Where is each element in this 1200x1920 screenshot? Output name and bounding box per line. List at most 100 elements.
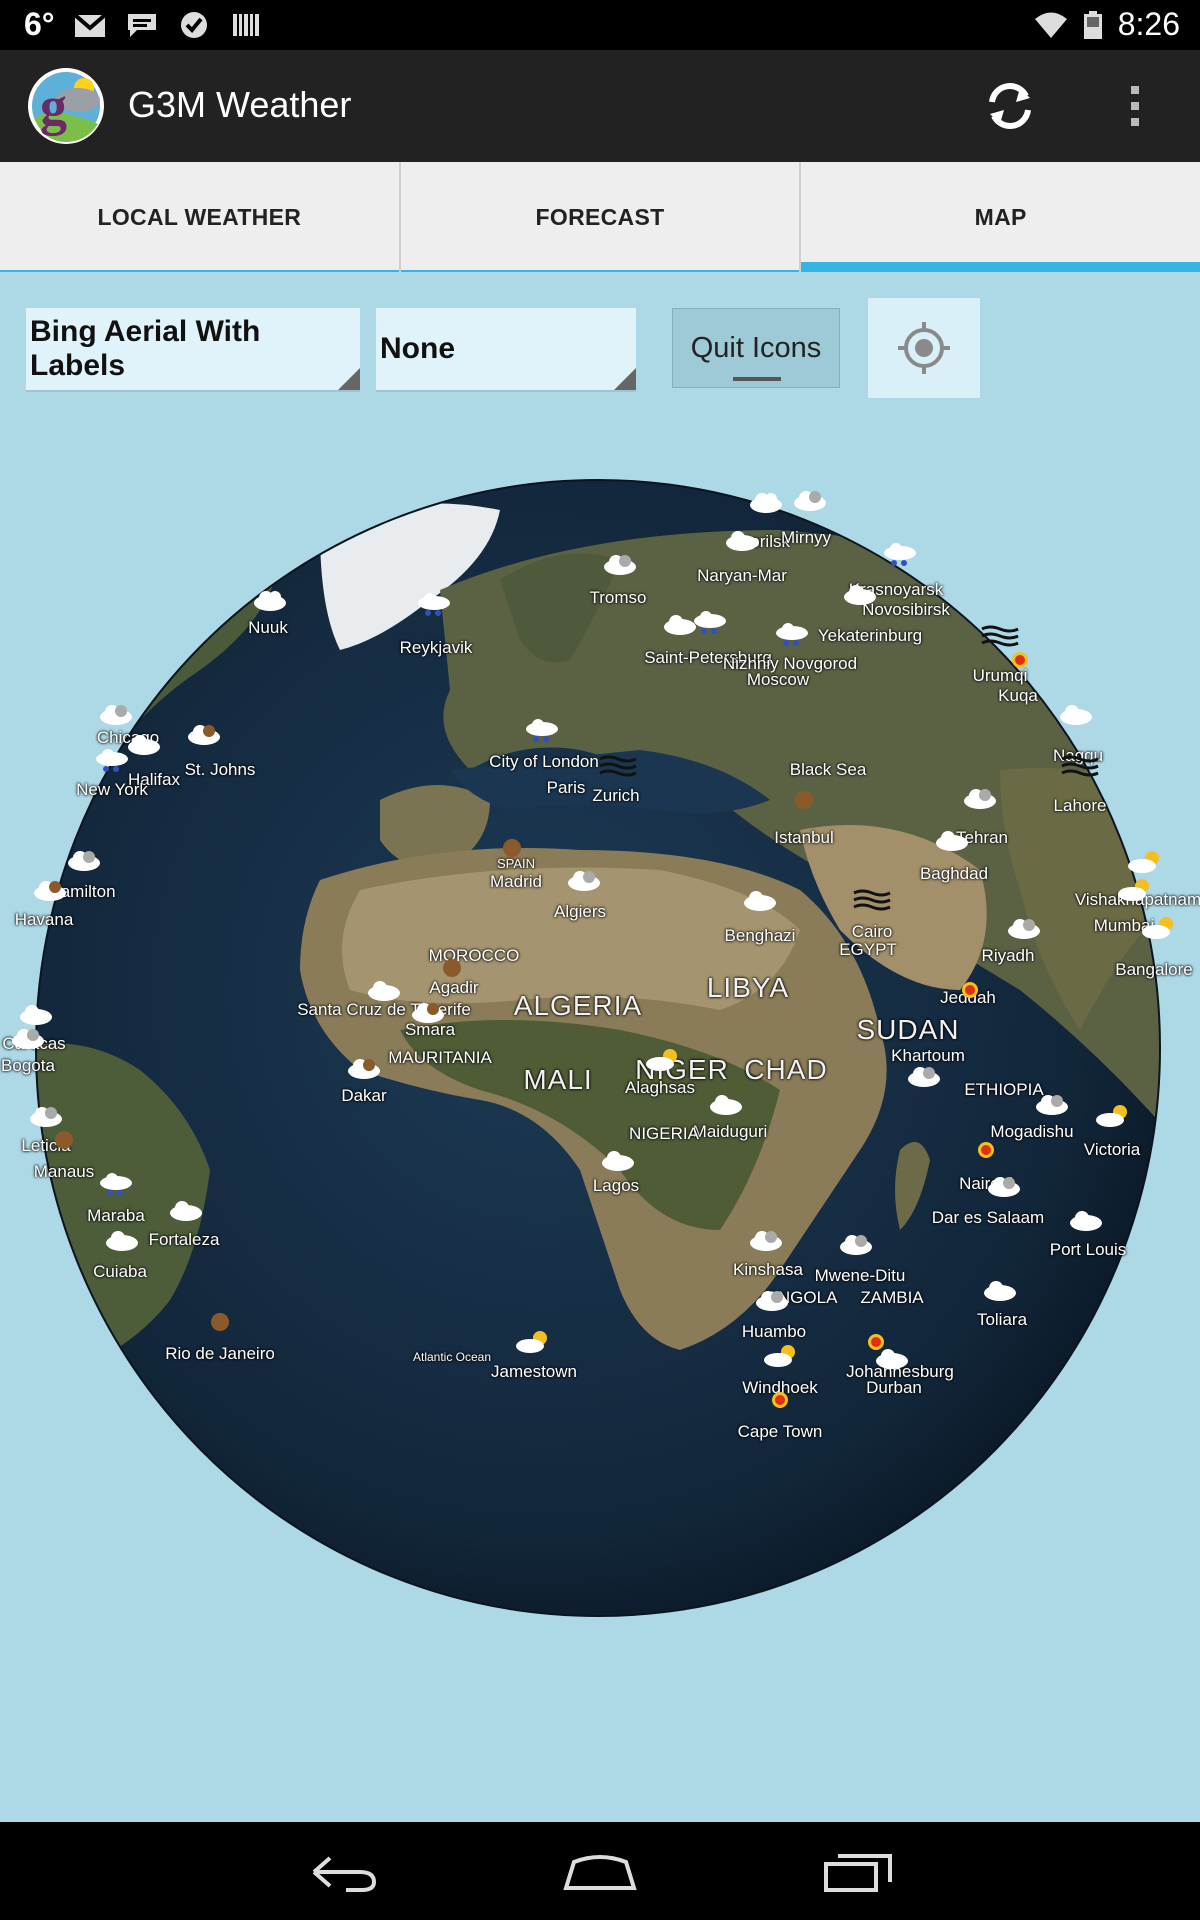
sun-icon[interactable] <box>1000 647 1040 673</box>
cloud-icon[interactable] <box>722 527 762 553</box>
cloud-icon[interactable] <box>932 827 972 853</box>
battery-icon <box>1083 10 1102 39</box>
map-label: City of London <box>489 752 599 771</box>
home-icon[interactable] <box>550 1842 650 1902</box>
layer-select[interactable]: Bing Aerial With Labels <box>26 308 360 392</box>
app-title: G3M Weather <box>128 84 352 125</box>
cloud-icon[interactable] <box>8 1025 48 1051</box>
rain-cloud-icon[interactable] <box>414 591 454 617</box>
cloud-icon[interactable] <box>26 1103 66 1129</box>
map-label: Victoria <box>1083 1140 1141 1159</box>
cloud-icon[interactable] <box>980 1277 1020 1303</box>
cloud-icon[interactable] <box>96 701 136 727</box>
rain-cloud-icon[interactable] <box>92 747 132 773</box>
rain-cloud-icon[interactable] <box>522 717 562 743</box>
map-label: Yekaterinburg <box>817 626 923 645</box>
sun-cloud-icon[interactable] <box>1140 915 1180 941</box>
cloud-icon[interactable] <box>904 1063 944 1089</box>
cloud-icon[interactable] <box>64 847 104 873</box>
map-label: Huambo <box>741 1322 807 1341</box>
tab-forecast[interactable]: FORECAST <box>398 162 800 272</box>
cloud-icon[interactable] <box>166 1197 206 1223</box>
cloud-icon[interactable] <box>600 551 640 577</box>
fog-icon[interactable] <box>852 887 892 913</box>
dust-icon[interactable] <box>784 787 824 813</box>
dust-icon[interactable] <box>44 1127 84 1153</box>
map-label: Lagos <box>592 1176 640 1195</box>
overlay-select[interactable]: None <box>376 308 636 392</box>
map-label: LIBYA <box>706 972 790 1003</box>
sun-icon[interactable] <box>950 977 990 1003</box>
cloud-icon[interactable] <box>706 1091 746 1117</box>
g3m-logo-icon[interactable]: g <box>26 66 106 146</box>
cloud-icon[interactable] <box>102 1227 142 1253</box>
sun-cloud-icon[interactable] <box>644 1047 684 1073</box>
back-icon[interactable] <box>294 1842 394 1902</box>
cloud-icon[interactable] <box>740 887 780 913</box>
cloud-icon[interactable] <box>1032 1091 1072 1117</box>
tab-map[interactable]: MAP <box>799 162 1200 272</box>
map-label: Madrid <box>490 872 542 891</box>
overflow-menu-icon[interactable] <box>1110 76 1160 136</box>
map-label: Mirnyy <box>780 528 832 547</box>
sun-cloud-icon[interactable] <box>1116 877 1156 903</box>
cloud-icon[interactable] <box>250 587 290 613</box>
sun-cloud-icon[interactable] <box>1094 1103 1134 1129</box>
tab-local-weather[interactable]: LOCAL WEATHER <box>0 162 399 272</box>
cloud-icon[interactable] <box>364 977 404 1003</box>
cloud-icon[interactable] <box>752 1287 792 1313</box>
cloud-icon[interactable] <box>1004 915 1044 941</box>
map-label: Mwene-Ditu <box>814 1266 906 1285</box>
map-label: Naryan-Mar <box>697 566 787 585</box>
sun-cloud-icon[interactable] <box>514 1329 554 1355</box>
map-label: Maraba <box>87 1206 145 1225</box>
sun-cloud-icon[interactable] <box>1126 849 1166 875</box>
cloud-icon[interactable] <box>836 1231 876 1257</box>
toggle-indicator <box>733 377 781 381</box>
cloud-icon[interactable] <box>30 877 70 903</box>
rain-cloud-icon[interactable] <box>96 1171 136 1197</box>
rain-cloud-icon[interactable] <box>772 621 812 647</box>
map-label: Durban <box>866 1378 922 1397</box>
svg-text:g: g <box>40 76 67 136</box>
cloud-icon[interactable] <box>1056 701 1096 727</box>
map-label: Kinshasa <box>733 1260 803 1279</box>
map-label: Benghazi <box>724 926 796 945</box>
action-bar: g G3M Weather <box>0 50 1200 162</box>
cloud-icon[interactable] <box>344 1055 384 1081</box>
dust-icon[interactable] <box>492 835 532 861</box>
fog-icon[interactable] <box>1060 753 1100 779</box>
cloud-icon[interactable] <box>408 999 448 1025</box>
dust-icon[interactable] <box>432 955 472 981</box>
map-label: Havana <box>14 910 74 929</box>
dust-icon[interactable] <box>200 1309 240 1335</box>
map-label: EGYPT <box>839 940 897 959</box>
cloud-icon[interactable] <box>1066 1207 1106 1233</box>
cloud-icon[interactable] <box>184 721 224 747</box>
cloud-icon[interactable] <box>840 581 880 607</box>
cloud-icon[interactable] <box>564 867 604 893</box>
sun-cloud-icon[interactable] <box>762 1343 802 1369</box>
recents-icon[interactable] <box>808 1842 908 1902</box>
cloud-icon[interactable] <box>598 1147 638 1173</box>
sun-icon[interactable] <box>760 1387 800 1413</box>
quit-icons-button[interactable]: Quit Icons <box>672 308 840 388</box>
sun-icon[interactable] <box>966 1137 1006 1163</box>
my-location-button[interactable] <box>868 298 980 398</box>
globe-map[interactable]: Nuuk Reykjavik Tromso Naryan-Mar Norilsk… <box>1 470 1200 1630</box>
refresh-icon[interactable] <box>980 76 1040 136</box>
tab-label: MAP <box>974 203 1027 230</box>
cloud-icon[interactable] <box>746 1227 786 1253</box>
cloud-icon[interactable] <box>984 1173 1024 1199</box>
tab-label: LOCAL WEATHER <box>97 203 302 230</box>
cloud-icon[interactable] <box>790 487 830 513</box>
fog-icon[interactable] <box>980 623 1020 649</box>
cloud-icon[interactable] <box>746 489 786 515</box>
cloud-icon[interactable] <box>660 611 700 637</box>
cloud-icon[interactable] <box>872 1345 912 1371</box>
cloud-icon[interactable] <box>16 1001 56 1027</box>
fog-icon[interactable] <box>598 753 638 779</box>
map-label: Dakar <box>341 1086 387 1105</box>
cloud-icon[interactable] <box>960 785 1000 811</box>
rain-cloud-icon[interactable] <box>880 541 920 567</box>
